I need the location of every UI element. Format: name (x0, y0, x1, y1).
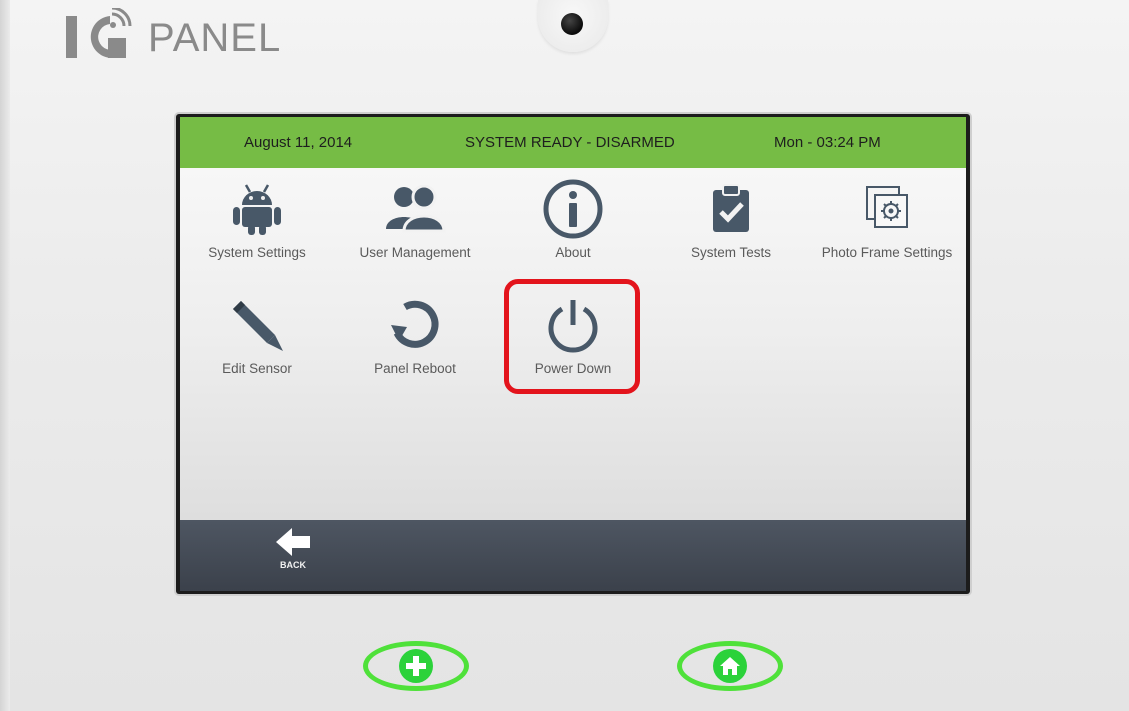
tile-label: About (555, 245, 591, 260)
tile-edit-sensor[interactable]: Edit Sensor (182, 295, 332, 395)
tile-system-settings[interactable]: System Settings (182, 179, 332, 279)
pencil-icon (225, 295, 289, 355)
android-icon (225, 179, 289, 239)
status-bar: August 11, 2014 SYSTEM READY - DISARMED … (180, 117, 966, 168)
brand-name: PANEL (148, 16, 282, 60)
tile-label: System Tests (690, 245, 772, 260)
home-button[interactable] (677, 641, 783, 691)
users-icon (383, 179, 447, 239)
arrow-left-icon (276, 528, 310, 556)
back-button[interactable]: BACK (258, 526, 328, 588)
tile-label: Edit Sensor (222, 361, 292, 376)
power-down-highlight (504, 279, 640, 394)
home-icon (713, 649, 747, 683)
camera-lens (561, 13, 583, 35)
clipboard-check-icon (699, 179, 763, 239)
tile-photo-frame-settings[interactable]: Photo Frame Settings (812, 179, 962, 279)
touch-screen: August 11, 2014 SYSTEM READY - DISARMED … (180, 117, 966, 591)
tile-user-management[interactable]: User Management (340, 179, 490, 279)
tile-panel-reboot[interactable]: Panel Reboot (340, 295, 490, 395)
nav-bar: BACK (180, 520, 966, 591)
iq-logo-icon (66, 8, 132, 58)
brand-logo: PANEL (66, 6, 281, 62)
info-icon (541, 179, 605, 239)
panel-edge (0, 0, 10, 711)
tile-system-tests[interactable]: System Tests (656, 179, 806, 279)
status-date: August 11, 2014 (244, 134, 353, 151)
tile-label: System Settings (208, 245, 306, 260)
tile-label: Photo Frame Settings (821, 245, 953, 260)
status-time: Mon - 03:24 PM (774, 134, 881, 151)
tile-label: User Management (359, 245, 471, 260)
emergency-button[interactable] (363, 641, 469, 691)
system-status: SYSTEM READY - DISARMED (465, 134, 675, 151)
back-label: BACK (280, 560, 306, 570)
plus-icon (399, 649, 433, 683)
tile-about[interactable]: About (498, 179, 648, 279)
refresh-icon (383, 295, 447, 355)
photo-frame-gear-icon (855, 179, 919, 239)
tile-label: Panel Reboot (374, 361, 456, 376)
